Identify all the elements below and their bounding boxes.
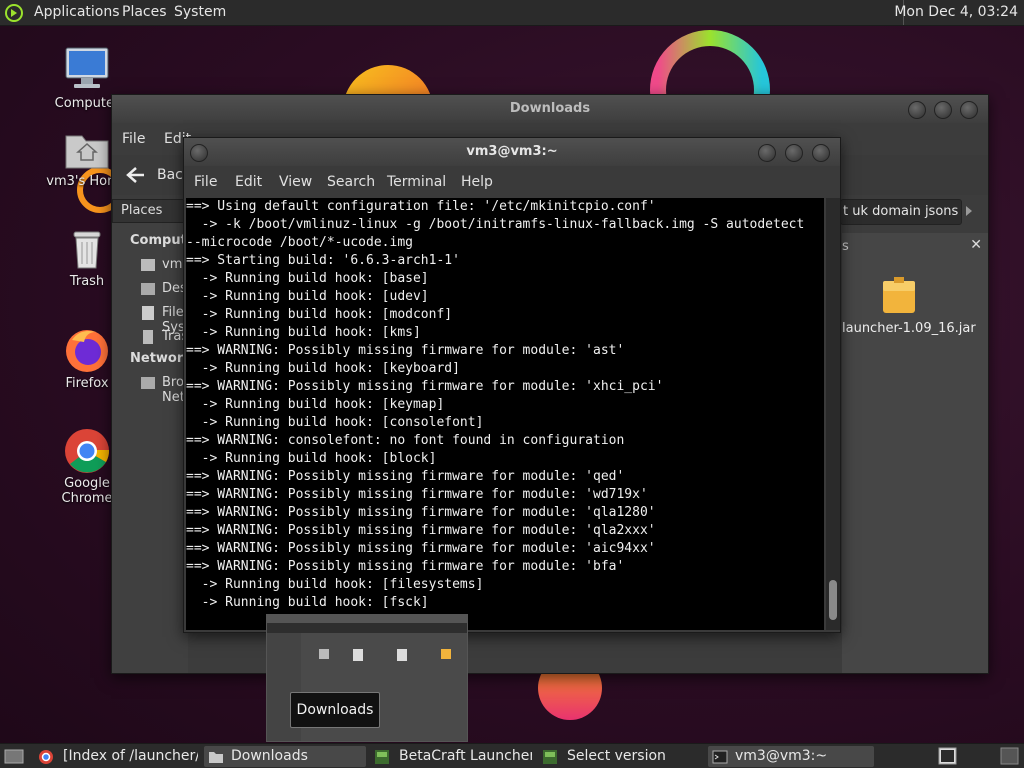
taskbar-tooltip: Downloads [290,692,380,728]
menu-terminal[interactable]: Terminal [387,174,446,190]
back-arrow-icon[interactable] [124,165,146,185]
terminal-line: -> Running build hook: [keymap] [186,397,445,412]
terminal-line: -> Running build hook: [kms] [186,325,421,340]
chrome-icon [39,750,53,764]
betacraft-icon [375,750,389,764]
menu-file[interactable]: File [122,131,145,147]
terminal-titlebar[interactable]: vm3@vm3:~ [184,138,840,166]
close-tab-icon[interactable]: ✕ [970,237,982,253]
task-downloads[interactable]: Downloads [204,746,366,767]
desktop-icon-label: Computer [54,96,120,111]
jar-file-icon[interactable] [880,275,918,315]
terminal-line: ==> WARNING: Possibly missing firmware f… [186,559,625,574]
terminal-line: ==> WARNING: Possibly missing firmware f… [186,523,656,538]
menu-edit[interactable]: Edit [235,174,262,190]
menu-file[interactable]: File [194,174,217,190]
tab-label: s [842,239,849,254]
applications-menu[interactable]: Applications [34,4,120,20]
terminal-scrollbar[interactable] [826,198,840,630]
pathbar-label: t uk domain jsons [843,204,959,219]
task-betacraft[interactable]: BetaCraft Launcher ... [372,746,532,767]
task-chrome[interactable]: [Index of /launcher/... [38,746,198,767]
task-select-version[interactable]: Select version [540,746,700,767]
task-label: Select version [567,748,666,764]
task-terminal[interactable]: vm3@vm3:~ [708,746,874,767]
terminal-line: -> Running build hook: [block] [186,451,437,466]
minimize-button[interactable] [758,144,776,162]
sidebar-selector-label: Places [121,203,163,218]
betacraft-icon [543,750,557,764]
terminal-line: ==> Using default configuration file: '/… [186,199,656,214]
terminal-line: ==> WARNING: Possibly missing firmware f… [186,343,625,358]
menu-help[interactable]: Help [461,174,493,190]
places-sidebar: Computer vm3 Desktop File System Trash N… [112,223,188,673]
clock[interactable]: Mon Dec 4, 03:24 [894,4,1018,20]
terminal-line: -> Running build hook: [udev] [186,289,429,304]
maximize-button[interactable] [934,101,952,119]
bottom-panel: [Index of /launcher/... Downloads BetaCr… [0,743,1024,768]
workspace-switcher-icon[interactable] [938,747,958,766]
terminal-line: ==> WARNING: Possibly missing firmware f… [186,379,664,394]
terminal-icon [712,750,728,764]
file-name[interactable]: launcher-1.09_16.jar [842,321,976,336]
top-panel: Applications Places System Mon Dec 4, 03… [0,0,1024,26]
sidebar-icons [141,259,155,389]
terminal-line: ==> Starting build: '6.6.3-arch1-1' [186,253,460,268]
home-folder-icon [65,135,109,169]
terminal-line: ==> WARNING: consolefont: no font found … [186,433,625,448]
task-label: vm3@vm3:~ [735,748,828,764]
task-label: BetaCraft Launcher ... [399,748,532,764]
places-menu[interactable]: Places [122,4,167,20]
sidebar-selector[interactable]: Places [112,199,184,223]
folder-icon [209,752,223,763]
chrome-icon [65,429,110,473]
minimize-button[interactable] [908,101,926,119]
mate-logo-icon[interactable] [5,4,23,22]
scrollbar-thumb[interactable] [829,580,837,620]
downloads-titlebar[interactable]: Downloads [112,95,988,123]
sidebar-header-computer: Computer [130,233,188,248]
desktop: Applications Places System Mon Dec 4, 03… [0,0,1024,768]
desktop-icon-label: Firefox [65,376,109,391]
terminal-line: -> Running build hook: [consolefont] [186,415,484,430]
menu-search[interactable]: Search [327,174,375,190]
close-button[interactable] [960,101,978,119]
desktop-icon-label: Google Chrome [61,476,113,506]
terminal-line: --microcode /boot/*-ucode.img [186,235,413,250]
terminal-line: -> Running build hook: [keyboard] [186,361,460,376]
pathbar-button[interactable]: t uk domain jsons [840,199,962,225]
task-label: Downloads [231,748,308,764]
close-button[interactable] [812,144,830,162]
menu-view[interactable]: View [279,174,312,190]
show-desktop-icon[interactable] [4,748,24,765]
firefox-icon [66,330,108,372]
workspace-indicator-icon[interactable] [1000,747,1020,766]
terminal-line: ==> WARNING: Possibly missing firmware f… [186,505,656,520]
terminal-line: ==> WARNING: Possibly missing firmware f… [186,541,656,556]
desktop-icon-label: Trash [69,274,105,289]
terminal-line: -> Running build hook: [modconf] [186,307,453,322]
computer-icon [65,47,109,88]
chevron-right-icon[interactable] [962,203,976,219]
window-menu-button[interactable] [190,144,208,162]
terminal-output[interactable]: ==> Using default configuration file: '/… [186,198,824,630]
terminal-window: vm3@vm3:~ File Edit View Search Terminal… [183,137,841,633]
terminal-line: -> -k /boot/vmlinuz-linux -g /boot/initr… [186,217,805,232]
terminal-line: -> Running build hook: [fsck] [186,595,429,610]
system-menu[interactable]: System [174,4,226,20]
terminal-line: ==> WARNING: Possibly missing firmware f… [186,469,625,484]
file-view: s ✕ launcher-1.09_16.jar [842,233,988,673]
terminal-menubar: File Edit View Search Terminal Help [184,170,840,194]
trash-icon [73,231,101,269]
maximize-button[interactable] [785,144,803,162]
task-label: [Index of /launcher/... [63,748,198,764]
sidebar-header-network: Network [130,351,188,366]
terminal-line: -> Running build hook: [filesystems] [186,577,484,592]
terminal-line: ==> WARNING: Possibly missing firmware f… [186,487,648,502]
terminal-line: -> Running build hook: [base] [186,271,429,286]
